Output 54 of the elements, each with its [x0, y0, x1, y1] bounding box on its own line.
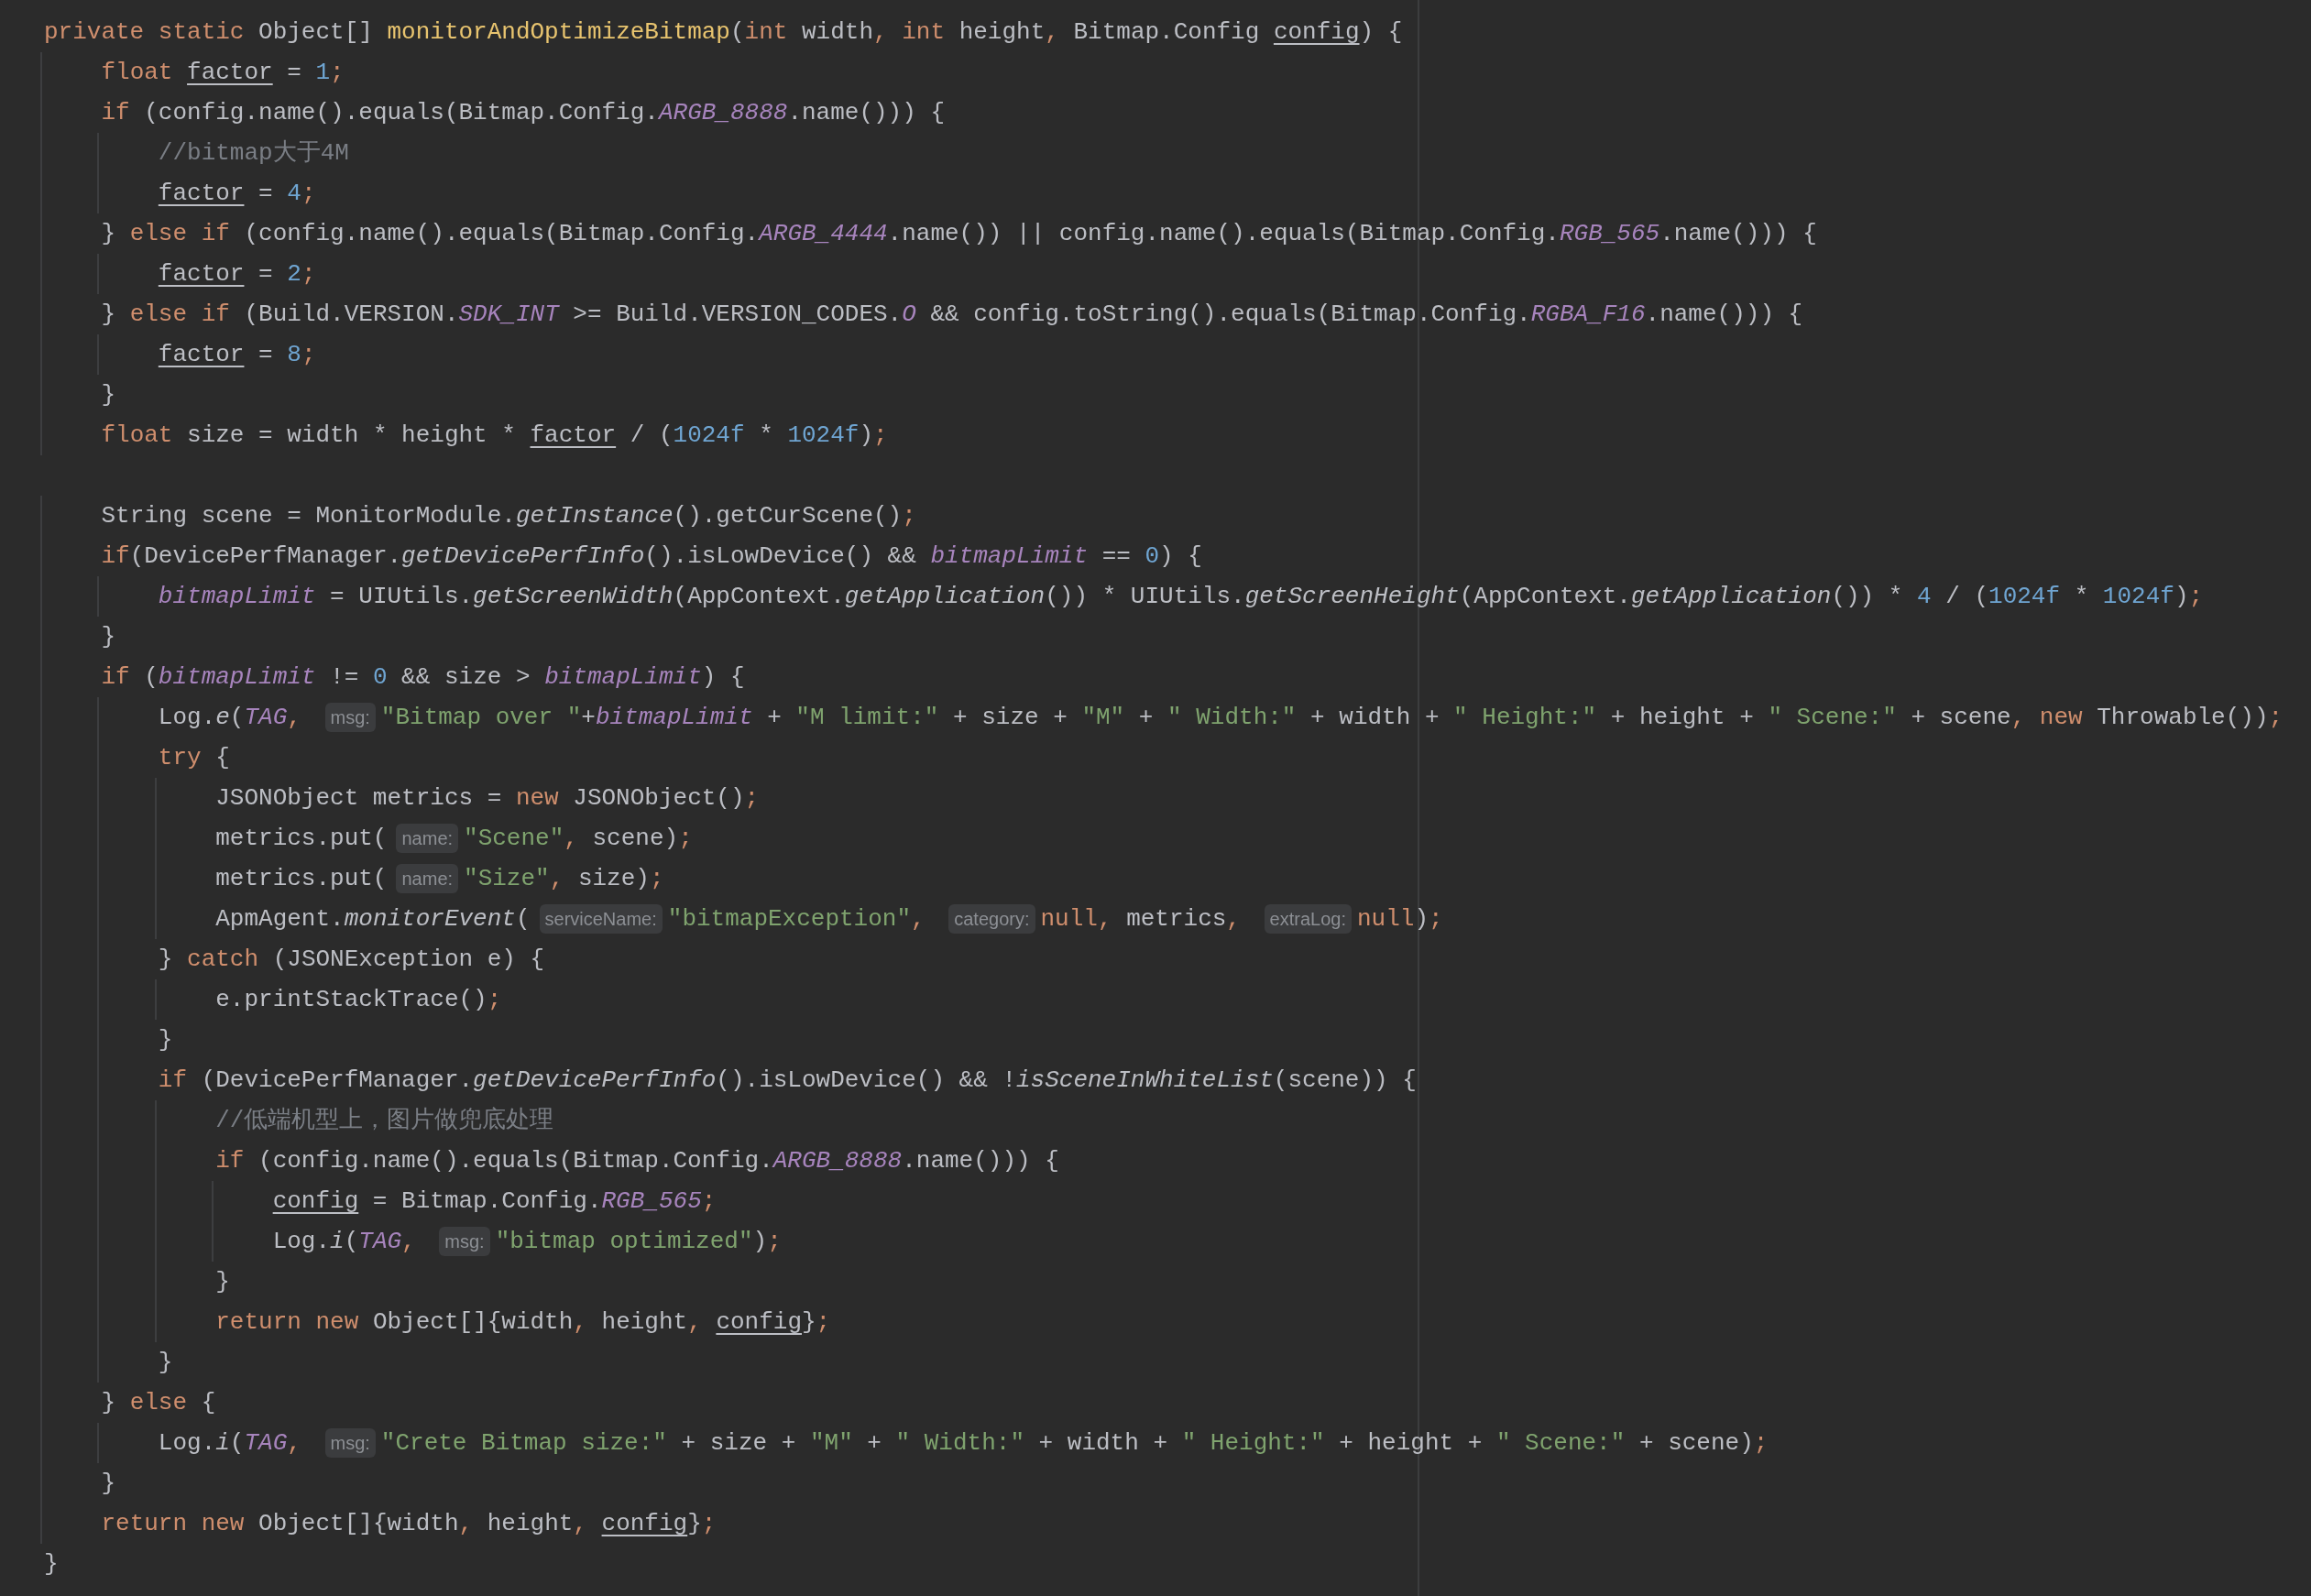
- code-text: Log.i(TAG,: [272, 1227, 417, 1257]
- code-text: metrics.put(: [215, 824, 388, 854]
- code-text: }: [158, 1025, 173, 1055]
- parameter-hint: msg:: [324, 1428, 376, 1458]
- code-text: private static Object[] monitorAndOptimizeBitmap(int width, int height, Bitmap.Config config) {: [44, 17, 1403, 48]
- code-text: "Size", size);: [464, 864, 664, 894]
- code-text: factor = 4;: [158, 179, 316, 209]
- code-text: String scene = MonitorModule.getInstance().getCurScene();: [101, 501, 916, 531]
- code-text: metrics.put(: [215, 864, 388, 894]
- code-text: "bitmapException",: [667, 904, 926, 935]
- code-text: if (config.name().equals(Bitmap.Config.ARGB_8888.name())) {: [215, 1146, 1059, 1176]
- code-text: } else {: [101, 1388, 216, 1418]
- parameter-hint: name:: [396, 824, 459, 853]
- code-text: }: [215, 1267, 230, 1297]
- code-text: "bitmap optimized");: [495, 1227, 782, 1257]
- parameter-hint: serviceName:: [539, 904, 663, 934]
- code-text: }: [158, 1348, 173, 1378]
- code-text: Log.e(TAG,: [158, 703, 302, 733]
- parameter-hint: msg:: [324, 703, 376, 732]
- parameter-hint: msg:: [439, 1227, 490, 1256]
- code-comment: //低端机型上，图片做兜底处理: [215, 1106, 554, 1136]
- code-text: "Crete Bitmap size:" + size + "M" + " Width:" + width + " Height:" + height + " Scene:" + scene);: [380, 1428, 1769, 1459]
- parameter-hint: category:: [948, 904, 1035, 934]
- code-text: e.printStackTrace();: [215, 985, 502, 1015]
- code-text: ApmAgent.monitorEvent(: [215, 904, 531, 935]
- code-text: float size = width * height * factor / (1024f * 1024f);: [101, 421, 888, 451]
- code-text: } else if (Build.VERSION.SDK_INT >= Build.VERSION_CODES.O && config.toString().equals(Bitmap.Config.RGBA_F16.name())) {: [101, 300, 1803, 330]
- parameter-hint: name:: [396, 864, 459, 893]
- code-text: "Scene", scene);: [464, 824, 693, 854]
- code-text: if(DevicePerfManager.getDevicePerfInfo().isLowDevice() && bitmapLimit == 0) {: [101, 541, 1202, 572]
- code-text: bitmapLimit = UIUtils.getScreenWidth(AppContext.getApplication()) * UIUtils.getScreenHeight(AppContext.getApplication()) * 4 / (1024f * 1024f);: [158, 582, 2204, 612]
- code-text: null);: [1356, 904, 1443, 935]
- code-text: } catch (JSONException e) {: [158, 945, 545, 975]
- code-text: if (bitmapLimit != 0 && size > bitmapLimit) {: [101, 662, 745, 693]
- code-text: factor = 8;: [158, 340, 316, 370]
- code-text: }: [101, 380, 116, 410]
- code-text: "Bitmap over "+bitmapLimit + "M limit:" + size + "M" + " Width:" + width + " Height:" + height + " Scene:" + scene, new Throwable());: [380, 703, 2284, 733]
- code-text: factor = 2;: [158, 259, 316, 290]
- code-text: Log.i(TAG,: [158, 1428, 302, 1459]
- code-text: config = Bitmap.Config.RGB_565;: [272, 1186, 717, 1217]
- code-comment: //bitmap大于4M: [158, 138, 349, 169]
- code-text: JSONObject metrics = new JSONObject();: [215, 783, 760, 814]
- code-text: return new Object[]{width, height, config};: [215, 1307, 831, 1338]
- parameter-hint: extraLog:: [1264, 904, 1352, 934]
- code-text: float factor = 1;: [101, 58, 345, 88]
- code-text: } else if (config.name().equals(Bitmap.Config.ARGB_4444.name()) || config.name().equals(Bitmap.Config.RGB_565.name())) {: [101, 219, 1817, 249]
- code-text: try {: [158, 743, 230, 773]
- code-text: }: [101, 622, 116, 652]
- code-text: null, metrics,: [1040, 904, 1242, 935]
- code-text: return new Object[]{width, height, config};: [101, 1509, 717, 1539]
- code-text: }: [44, 1549, 59, 1580]
- code-text: if (config.name().equals(Bitmap.Config.ARGB_8888.name())) {: [101, 98, 945, 128]
- code-text: }: [101, 1469, 116, 1499]
- code-text: if (DevicePerfManager.getDevicePerfInfo().isLowDevice() && !isSceneInWhiteList(scene)) {: [158, 1066, 1417, 1096]
